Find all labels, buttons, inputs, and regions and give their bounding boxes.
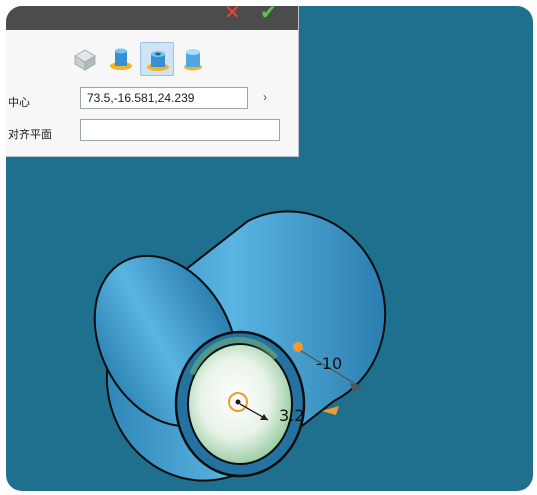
center-input[interactable]: 73.5,-16.581,24.239 — [80, 87, 248, 109]
shaded-cylinder-icon — [184, 49, 202, 71]
align-plane-label: 对齐平面 — [8, 129, 52, 141]
confirm-icon[interactable]: ✔ — [260, 6, 277, 22]
center-label: 中心 — [8, 97, 30, 109]
property-panel: ✕ ✔ 中心 73.5,-16.581,24.239 › 对齐平面 — [6, 6, 299, 157]
box-icon — [74, 49, 96, 71]
align-plane-input[interactable] — [80, 119, 280, 141]
box-tool-button[interactable] — [68, 42, 102, 76]
shaded-cylinder-tool-button[interactable] — [176, 42, 210, 76]
window-frame: -10 3.2 ✕ ✔ 中心 73.5,-16.581,24.239 › 对齐平… — [6, 6, 533, 491]
hollow-cylinder-tool-button[interactable] — [140, 42, 174, 76]
cylinder-icon — [110, 48, 132, 70]
offset-handle[interactable] — [293, 342, 303, 352]
hollow-cylinder[interactable] — [66, 210, 387, 482]
offset-dimension-label[interactable]: -10 — [316, 354, 342, 373]
panel-titlebar: ✕ ✔ — [6, 6, 298, 30]
expand-arrow-icon[interactable]: › — [263, 90, 267, 104]
hollow-cylinder-icon — [147, 51, 169, 71]
thickness-dimension-label[interactable]: 3.2 — [279, 406, 304, 425]
cylinder-tool-button[interactable] — [104, 42, 138, 76]
close-icon[interactable]: ✕ — [224, 6, 241, 22]
shape-toolbar — [68, 42, 218, 76]
